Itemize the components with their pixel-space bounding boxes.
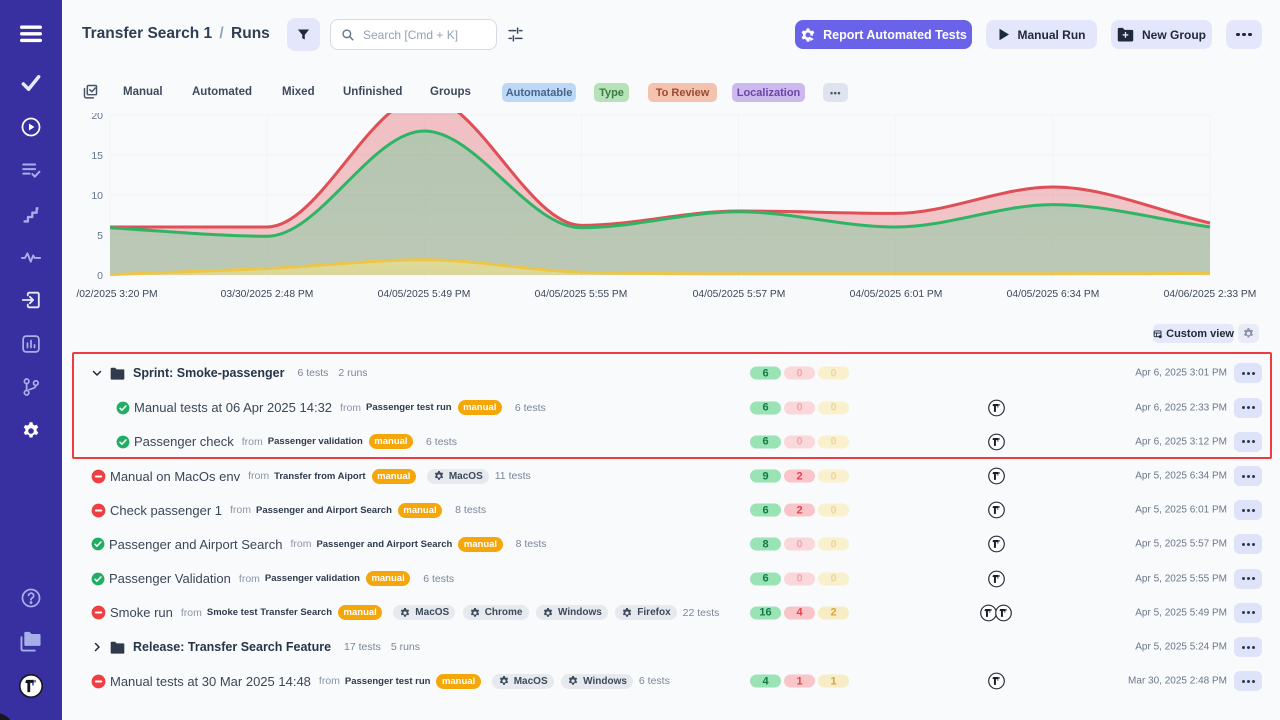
- svg-text:/02/2025 3:20 PM: /02/2025 3:20 PM: [76, 289, 157, 300]
- svg-text:20: 20: [91, 113, 103, 122]
- svg-text:15: 15: [91, 150, 103, 162]
- svg-text:5: 5: [97, 230, 103, 242]
- svg-text:04/05/2025 6:01 PM: 04/05/2025 6:01 PM: [850, 289, 943, 300]
- svg-text:0: 0: [97, 270, 103, 282]
- svg-text:04/05/2025 6:34 PM: 04/05/2025 6:34 PM: [1007, 289, 1100, 300]
- svg-text:03/30/2025 2:48 PM: 03/30/2025 2:48 PM: [221, 289, 314, 300]
- svg-text:04/05/2025 5:49 PM: 04/05/2025 5:49 PM: [378, 289, 471, 300]
- svg-text:04/05/2025 5:57 PM: 04/05/2025 5:57 PM: [693, 289, 786, 300]
- svg-text:10: 10: [91, 190, 103, 202]
- svg-text:04/05/2025 5:55 PM: 04/05/2025 5:55 PM: [535, 289, 628, 300]
- svg-text:04/06/2025 2:33 PM: 04/06/2025 2:33 PM: [1164, 289, 1257, 300]
